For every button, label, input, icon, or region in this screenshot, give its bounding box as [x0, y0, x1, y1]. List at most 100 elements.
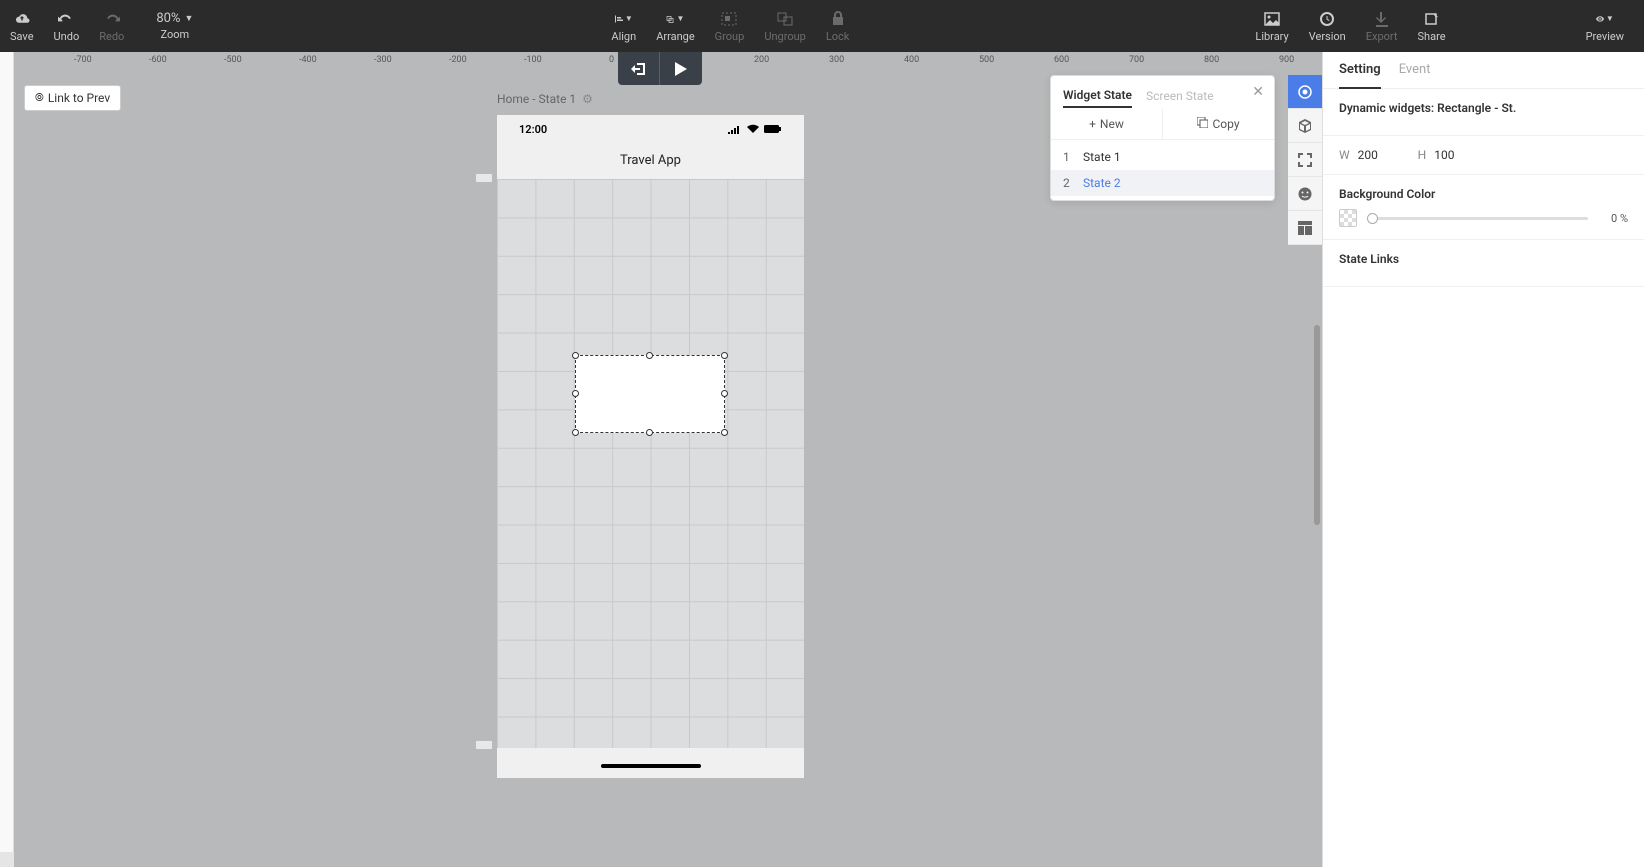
tab-setting[interactable]: Setting [1339, 62, 1381, 89]
selected-rectangle[interactable] [575, 355, 725, 433]
device-frame: 12:00 Travel App [497, 115, 804, 778]
rail-expand-icon[interactable] [1288, 143, 1322, 177]
state-links-label: State Links [1339, 252, 1628, 266]
device-handle-top[interactable] [475, 173, 493, 183]
arrange-button[interactable]: ▼ Arrange [646, 0, 704, 52]
resize-handle-se[interactable] [721, 429, 728, 436]
copy-state-button[interactable]: Copy [1163, 109, 1274, 139]
opacity-value: 0 % [1598, 212, 1628, 225]
resize-handle-sw[interactable] [572, 429, 579, 436]
resize-handle-w[interactable] [572, 390, 579, 397]
redo-icon [103, 10, 121, 28]
link-prev-label: Link to Prev [48, 91, 110, 105]
state-row-1[interactable]: 1 State 1 [1051, 144, 1274, 170]
resize-handle-ne[interactable] [721, 352, 728, 359]
slider-thumb[interactable] [1367, 213, 1378, 224]
arrange-label: Arrange [656, 30, 694, 43]
state-list: 1 State 1 2 State 2 [1051, 140, 1274, 200]
align-button[interactable]: ▼ Align [601, 0, 646, 52]
rail-layout-icon[interactable] [1288, 211, 1322, 245]
width-input[interactable] [1358, 148, 1398, 162]
device-title: Travel App [497, 143, 804, 176]
device-handle-bottom[interactable] [475, 740, 493, 750]
share-button[interactable]: Share [1408, 0, 1456, 52]
height-input[interactable] [1434, 148, 1474, 162]
tab-widget-state[interactable]: Widget State [1063, 84, 1132, 108]
tab-event[interactable]: Event [1399, 62, 1431, 88]
align-icon: ▼ [615, 10, 633, 28]
tab-screen-state[interactable]: Screen State [1146, 85, 1214, 107]
eye-icon: ▼ [1596, 10, 1614, 28]
new-state-button[interactable]: +New [1051, 109, 1163, 139]
zoom-label: Zoom [161, 28, 190, 41]
rail-cube-icon[interactable] [1288, 109, 1322, 143]
share-label: Share [1418, 30, 1446, 43]
align-label: Align [611, 30, 636, 43]
resize-handle-n[interactable] [646, 352, 653, 359]
right-icon-rail [1288, 75, 1322, 245]
zoom-button[interactable]: 80% ▼ Zoom [134, 0, 215, 52]
library-button[interactable]: Library [1245, 0, 1298, 52]
link-icon: ⦾ [35, 91, 44, 105]
copy-icon [1197, 117, 1208, 131]
home-indicator [601, 764, 701, 768]
group-button[interactable]: Group [705, 0, 755, 52]
version-button[interactable]: Version [1299, 0, 1356, 52]
share-icon [1423, 10, 1441, 28]
chevron-down-icon: ▼ [184, 13, 193, 24]
scrollbar-vertical[interactable] [1314, 325, 1320, 525]
lock-icon [829, 10, 847, 28]
left-sidebar-stub [0, 52, 14, 852]
export-button[interactable]: Export [1356, 0, 1408, 52]
resize-handle-nw[interactable] [572, 352, 579, 359]
width-field: W [1339, 148, 1398, 162]
redo-button[interactable]: Redo [89, 0, 134, 52]
undo-label: Undo [54, 30, 80, 43]
preview-button[interactable]: ▼ Preview [1576, 0, 1634, 52]
status-icons [728, 124, 782, 134]
arrange-icon: ▼ [666, 10, 684, 28]
lock-label: Lock [826, 30, 850, 43]
resize-handle-e[interactable] [721, 390, 728, 397]
resize-handle-s[interactable] [646, 429, 653, 436]
bg-color-swatch[interactable] [1339, 209, 1357, 227]
widget-state-popup: Widget State Screen State ✕ +New Copy 1 … [1050, 75, 1275, 201]
rail-target-icon[interactable] [1288, 75, 1322, 109]
opacity-slider[interactable] [1367, 217, 1588, 220]
ungroup-button[interactable]: Ungroup [754, 0, 816, 52]
state-row-2[interactable]: 2 State 2 [1051, 170, 1274, 196]
cloud-upload-icon [13, 10, 31, 28]
link-to-prev-badge[interactable]: ⦾ Link to Prev [24, 85, 121, 111]
properties-panel: Setting Event Dynamic widgets: Rectangle… [1322, 52, 1644, 867]
w-label: W [1339, 148, 1350, 162]
library-icon [1263, 10, 1281, 28]
breadcrumb-text: Home - State 1 [497, 92, 576, 106]
device-time: 12:00 [519, 123, 547, 136]
version-label: Version [1309, 30, 1346, 43]
gear-icon[interactable]: ⚙ [582, 92, 593, 106]
device-statusbar: 12:00 [497, 115, 804, 143]
library-label: Library [1255, 30, 1288, 43]
redo-label: Redo [99, 30, 124, 43]
save-button[interactable]: Save [0, 0, 44, 52]
breadcrumb: Home - State 1 ⚙ [497, 92, 593, 106]
exit-preview-button[interactable] [618, 52, 660, 85]
bg-color-label: Background Color [1339, 187, 1628, 201]
group-icon [720, 10, 738, 28]
close-icon[interactable]: ✕ [1252, 84, 1264, 100]
rail-face-icon[interactable] [1288, 177, 1322, 211]
preview-float-bar [618, 52, 702, 85]
height-field: H [1418, 148, 1475, 162]
top-toolbar: Save Undo Redo 80% ▼ Zoom ▼ Align ▼ Arran… [0, 0, 1644, 52]
plus-icon: + [1089, 117, 1096, 131]
zoom-value: 80% [156, 11, 180, 26]
download-icon [1373, 10, 1391, 28]
group-label: Group [715, 30, 745, 43]
ungroup-icon [776, 10, 794, 28]
device-grid [497, 179, 804, 748]
history-icon [1318, 10, 1336, 28]
undo-button[interactable]: Undo [44, 0, 90, 52]
play-button[interactable] [660, 52, 702, 85]
lock-button[interactable]: Lock [816, 0, 860, 52]
ungroup-label: Ungroup [764, 30, 806, 43]
